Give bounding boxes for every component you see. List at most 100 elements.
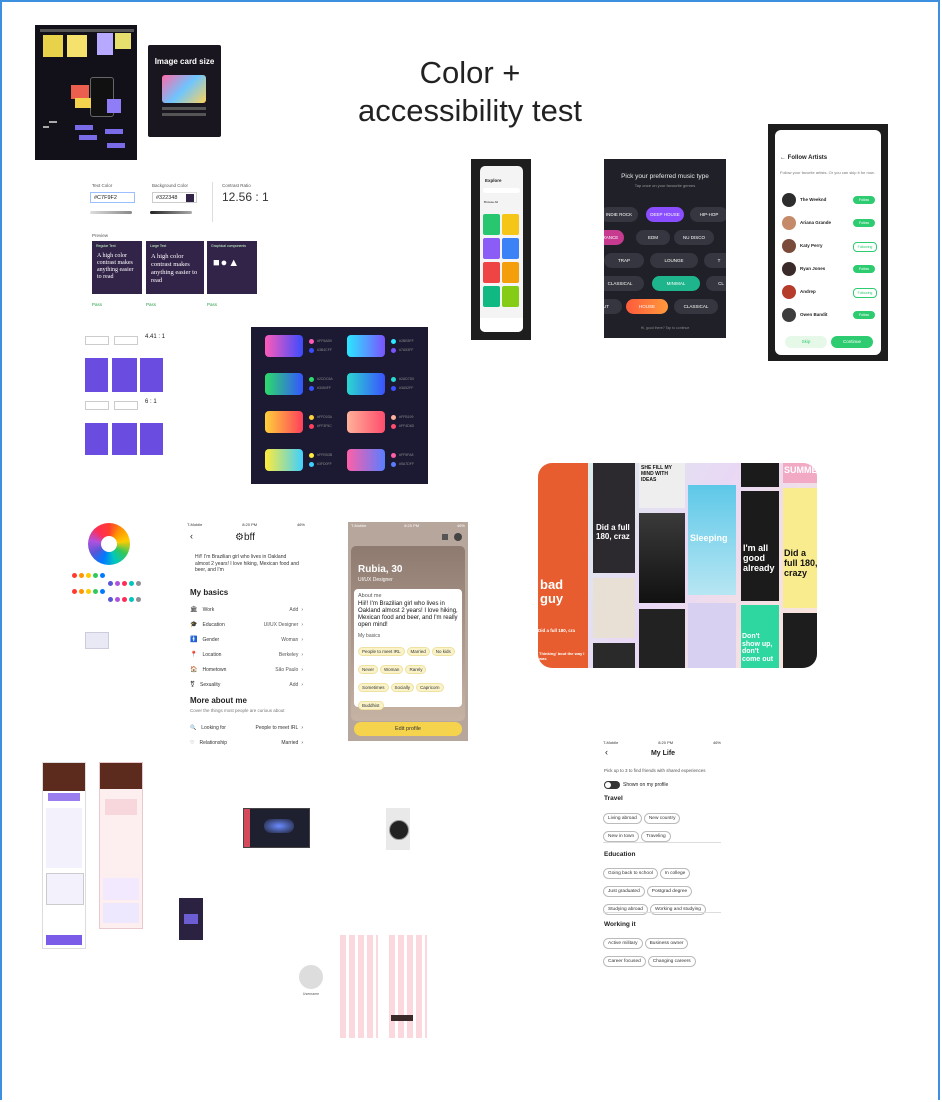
- genre-pill[interactable]: HIP-HOP: [690, 207, 726, 222]
- image-card-title: Image card size: [154, 57, 215, 66]
- bff-basic-row[interactable]: 🎓 Education UI/UX Designer ›: [190, 617, 303, 632]
- gradient-swatch[interactable]: [265, 449, 303, 471]
- gradient-swatch[interactable]: [347, 335, 385, 357]
- gradient-swatch[interactable]: [347, 373, 385, 395]
- rubia-about-text: Hii!! I'm Brazilian girl who lives in Oa…: [358, 601, 458, 628]
- follow-button[interactable]: Follow: [853, 311, 875, 319]
- follow-button[interactable]: Follow: [853, 219, 875, 227]
- mini-contrast-test-1[interactable]: 4.41 : 1: [85, 330, 165, 398]
- gradient-swatches-board[interactable]: #FF5AB9 #3B4CFF #2BE8FF #7A53FF #2CDC6A #3454…: [251, 327, 428, 484]
- dark-player-screen[interactable]: [243, 808, 310, 848]
- life-chip[interactable]: Changing careers: [647, 956, 696, 967]
- pink-grid-form-2[interactable]: [389, 935, 427, 1038]
- bff-basic-row[interactable]: ⚧ Sexuality Add ›: [190, 677, 303, 692]
- bff-basic-row[interactable]: 🚹 Gender Woman ›: [190, 632, 303, 647]
- continue-button-label: Continue: [842, 339, 861, 344]
- life-chip[interactable]: New country: [643, 813, 681, 824]
- profile-pink-grid-phone[interactable]: [99, 762, 143, 929]
- bff-basic-value-wrap: São Paulo ›: [275, 667, 303, 673]
- life-chip[interactable]: Going back to school: [603, 868, 658, 879]
- small-card-thumbnail[interactable]: [85, 632, 109, 649]
- rubia-grid-icon[interactable]: [442, 534, 448, 540]
- bff-more-value-wrap: People to meet IRL ›: [256, 725, 303, 731]
- avatar-caption: Username: [302, 992, 320, 996]
- life-chip[interactable]: Traveling: [641, 831, 671, 842]
- small-dark-phone[interactable]: [179, 898, 203, 940]
- edit-profile-button[interactable]: Edit profile: [354, 722, 462, 736]
- my-life-screen[interactable]: T-Mobile 8:20 PM 46% ‹ My Life Pick up t…: [603, 740, 723, 967]
- pink-grid-form-1[interactable]: [340, 935, 378, 1038]
- gradient-stop-dot: [309, 453, 314, 458]
- rubia-chip: Capricorn: [416, 683, 444, 692]
- continue-button[interactable]: Continue: [831, 336, 873, 348]
- bff-more-row[interactable]: 🔍 Looking for People to meet IRL ›: [190, 720, 303, 735]
- life-chip[interactable]: Career focused: [603, 956, 646, 967]
- bff-status-carrier: T-Mobile: [187, 522, 203, 527]
- bff-basic-row[interactable]: 📍 Location Berkeley ›: [190, 647, 303, 662]
- back-arrow-icon[interactable]: ←: [780, 155, 786, 161]
- genre-pill[interactable]: UT: [604, 299, 622, 314]
- life-chip[interactable]: Postgrad degree: [646, 886, 693, 897]
- skip-button[interactable]: Skip: [785, 336, 827, 348]
- explore-phone-frame[interactable]: Explore Browse All: [471, 159, 531, 340]
- genre-pill[interactable]: CLASSICAL: [604, 276, 644, 291]
- genre-pill[interactable]: DEEP HOUSE: [646, 207, 684, 222]
- education-chips: Going back to school In college Just gradu…: [603, 861, 721, 915]
- mini-contrast-test-2[interactable]: 6 : 1: [85, 395, 165, 463]
- following-button[interactable]: Following: [853, 288, 877, 298]
- circle-player-phone[interactable]: [386, 808, 410, 850]
- genre-pill[interactable]: CLASSICAL: [674, 299, 718, 314]
- bff-more-row[interactable]: ♡ Relationship Married ›: [190, 735, 303, 750]
- summer-text: SUMME: [784, 465, 817, 475]
- gradient-stop-hex: #3A52FF: [399, 386, 414, 390]
- music-collage[interactable]: bad guy Did a full 180, craz SHE FILL MY…: [538, 463, 817, 668]
- image-card-size-frame[interactable]: Image card size: [148, 45, 221, 137]
- genre-pill[interactable]: TRANCE: [604, 230, 624, 245]
- life-chip[interactable]: Just graduated: [603, 886, 645, 897]
- bff-basic-row[interactable]: 🏠 Hometown São Paulo ›: [190, 662, 303, 677]
- gradient-swatch[interactable]: [265, 373, 303, 395]
- genre-pill[interactable]: TRAP: [604, 253, 644, 268]
- genre-pill[interactable]: INDIE ROCK: [604, 207, 638, 222]
- follow-artists-phone[interactable]: ← Follow Artists Follow your favorite ar…: [768, 124, 888, 361]
- genre-pill[interactable]: NU DISCO: [674, 230, 714, 245]
- text-color-field[interactable]: #C7F9F2: [90, 192, 135, 203]
- genre-pill[interactable]: LOUNGE: [650, 253, 698, 268]
- follow-button[interactable]: Follow: [853, 196, 875, 204]
- gradient-swatch[interactable]: [347, 449, 385, 471]
- life-chip[interactable]: Studying abroad: [603, 904, 648, 915]
- gradient-swatch[interactable]: [347, 411, 385, 433]
- genre-pill[interactable]: T: [704, 253, 726, 268]
- genre-pill[interactable]: CL: [706, 276, 726, 291]
- bff-basic-row[interactable]: 🏛 Work Add ›: [190, 602, 303, 617]
- bff-profile-screen[interactable]: T-Mobile 8:20 PM 46% ‹ ⚙bff Hi!! I'm Bra…: [185, 522, 307, 747]
- travel-title: Travel: [604, 795, 623, 802]
- genre-pill[interactable]: HOUSE: [626, 299, 668, 314]
- profile-toggle[interactable]: [604, 781, 620, 789]
- life-chip[interactable]: Working and studying: [649, 904, 706, 915]
- life-chip[interactable]: Active military: [603, 938, 643, 949]
- bff-back-icon[interactable]: ‹: [190, 531, 193, 541]
- bff-basic-value-wrap: Add ›: [289, 607, 303, 613]
- life-chip[interactable]: In college: [659, 868, 691, 879]
- gradient-swatch[interactable]: [265, 335, 303, 357]
- thinking-text: Thinking' bout the way I was: [539, 651, 585, 661]
- rubia-profile-phone[interactable]: T-Mobile 8:20 PM 46% Rubia, 30 UI/UX Des…: [348, 522, 468, 741]
- life-chip[interactable]: New in town: [603, 831, 640, 842]
- palette-dot: [86, 589, 91, 594]
- follow-artists-subtitle: Follow your favorite artists. Or you can…: [780, 170, 875, 175]
- profile-dark-phone[interactable]: [42, 762, 86, 949]
- color-wheel-sheet[interactable]: [70, 518, 145, 618]
- life-chip[interactable]: Business owner: [644, 938, 689, 949]
- following-button[interactable]: Following: [853, 242, 877, 252]
- rubia-settings-icon[interactable]: [454, 533, 462, 541]
- music-type-picker[interactable]: Pick your preferred music type Tap once …: [604, 159, 726, 338]
- gradient-stop-hex: #FFB199: [399, 415, 414, 419]
- follow-button[interactable]: Follow: [853, 265, 875, 273]
- genre-pill[interactable]: MINIMAL: [652, 276, 700, 291]
- gradient-swatch[interactable]: [265, 411, 303, 433]
- life-chip[interactable]: Living abroad: [603, 813, 642, 824]
- genre-pill[interactable]: EDM: [636, 230, 670, 245]
- flow-board-thumbnail[interactable]: [35, 25, 137, 160]
- bff-logo: ⚙bff: [235, 532, 255, 543]
